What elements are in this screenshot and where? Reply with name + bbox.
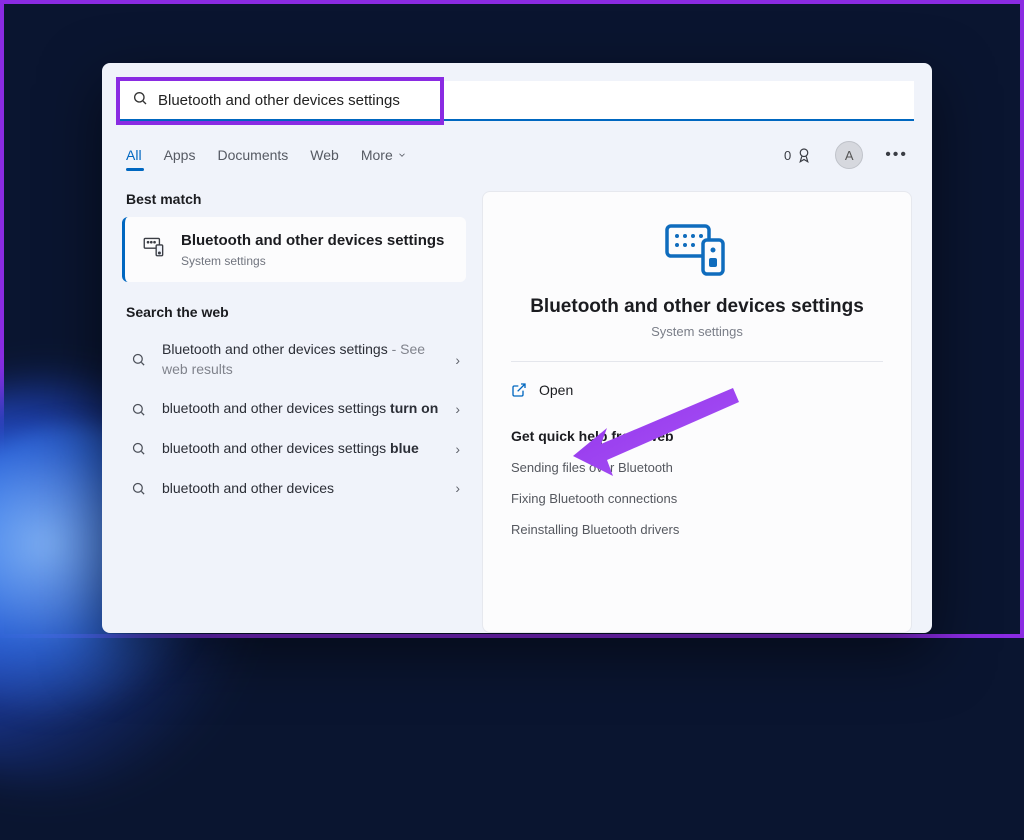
best-match-title: Bluetooth and other devices settings: [181, 231, 444, 251]
results-column: Best match Bluetooth and other devices s…: [122, 191, 466, 633]
web-result[interactable]: bluetooth and other devices ›: [122, 469, 466, 509]
tab-more-label: More: [361, 147, 393, 163]
web-result[interactable]: bluetooth and other devices settings blu…: [122, 429, 466, 469]
active-tab-underline: [126, 168, 144, 171]
best-match-heading: Best match: [122, 191, 466, 207]
tab-apps-label: Apps: [164, 147, 196, 163]
help-link[interactable]: Sending files over Bluetooth: [511, 460, 883, 475]
help-link[interactable]: Reinstalling Bluetooth drivers: [511, 522, 883, 537]
settings-devices-large-icon: [661, 220, 733, 278]
web-result[interactable]: bluetooth and other devices settings tur…: [122, 389, 466, 429]
chevron-right-icon: ›: [455, 480, 460, 496]
tab-web[interactable]: Web: [310, 141, 339, 169]
tab-apps[interactable]: Apps: [164, 141, 196, 169]
open-external-icon: [511, 382, 527, 398]
web-result-text: bluetooth and other devices settings blu…: [162, 439, 441, 459]
help-link[interactable]: Fixing Bluetooth connections: [511, 491, 883, 506]
user-avatar[interactable]: A: [835, 141, 863, 169]
tab-documents[interactable]: Documents: [217, 141, 288, 169]
divider: [511, 361, 883, 362]
best-match-text: Bluetooth and other devices settings Sys…: [181, 231, 444, 268]
search-bar-container: [120, 81, 914, 121]
tab-web-label: Web: [310, 147, 339, 163]
search-results-panel: All Apps Documents Web More 0 A ••• Best…: [102, 63, 932, 633]
search-bar[interactable]: [120, 81, 914, 121]
quick-help-heading: Get quick help from web: [511, 428, 883, 444]
web-result-text: bluetooth and other devices: [162, 479, 441, 499]
web-result-text: bluetooth and other devices settings tur…: [162, 399, 441, 419]
tab-all[interactable]: All: [126, 141, 142, 169]
search-icon: [128, 441, 148, 456]
rewards-medal-icon: [795, 146, 813, 164]
filter-tab-bar: All Apps Documents Web More 0 A •••: [102, 141, 932, 169]
detail-panel: Bluetooth and other devices settings Sys…: [482, 191, 912, 633]
chevron-right-icon: ›: [455, 352, 460, 368]
detail-subtitle: System settings: [511, 324, 883, 339]
content-columns: Best match Bluetooth and other devices s…: [102, 169, 932, 633]
search-icon: [128, 402, 148, 417]
rewards-points: 0: [784, 148, 791, 163]
open-button[interactable]: Open: [511, 378, 883, 402]
avatar-initial: A: [845, 148, 854, 163]
detail-icon-wrap: [511, 220, 883, 278]
open-label: Open: [539, 382, 573, 398]
chevron-right-icon: ›: [455, 401, 460, 417]
detail-title: Bluetooth and other devices settings: [511, 296, 883, 318]
search-web-heading: Search the web: [122, 304, 466, 320]
search-icon: [132, 90, 148, 111]
tab-more[interactable]: More: [361, 141, 407, 169]
best-match-result[interactable]: Bluetooth and other devices settings Sys…: [122, 217, 466, 282]
tab-all-label: All: [126, 147, 142, 163]
search-input[interactable]: [158, 92, 902, 109]
search-icon: [128, 481, 148, 496]
more-options-button[interactable]: •••: [885, 146, 908, 164]
rewards-indicator[interactable]: 0: [784, 146, 813, 164]
web-result-text: Bluetooth and other devices settings - S…: [162, 340, 441, 379]
best-match-subtitle: System settings: [181, 254, 444, 268]
search-icon: [128, 352, 148, 367]
settings-devices-icon: [141, 233, 167, 259]
web-results-section: Search the web Bluetooth and other devic…: [122, 304, 466, 508]
chevron-down-icon: [397, 150, 407, 160]
web-result[interactable]: Bluetooth and other devices settings - S…: [122, 330, 466, 389]
chevron-right-icon: ›: [455, 441, 460, 457]
tab-documents-label: Documents: [217, 147, 288, 163]
